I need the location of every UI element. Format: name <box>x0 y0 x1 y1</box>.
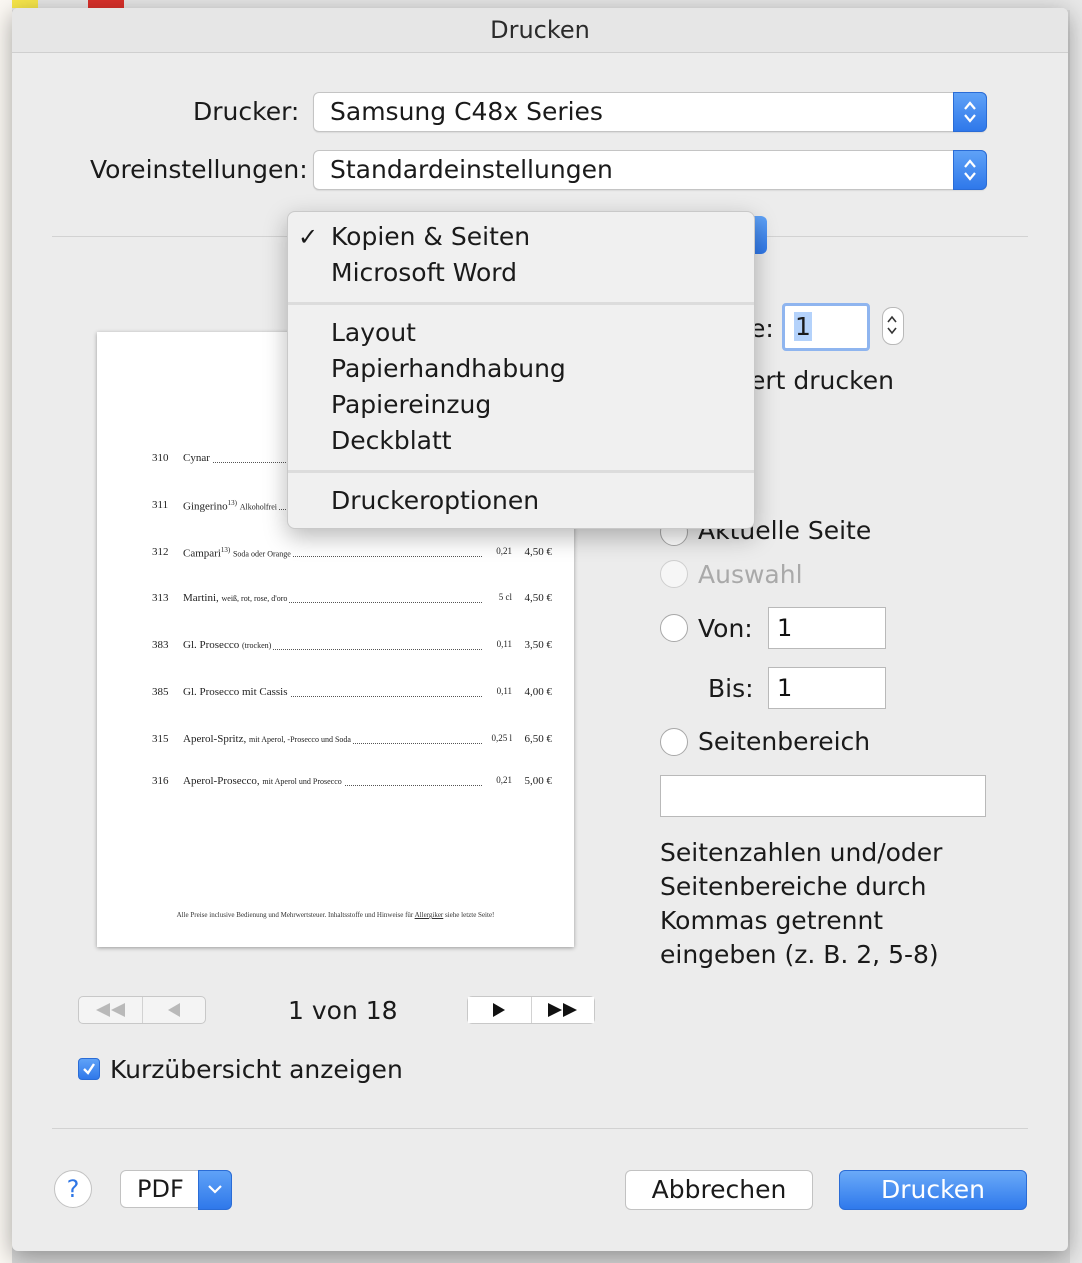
double-left-arrow-icon <box>96 1003 125 1017</box>
checkmark-icon: ✓ <box>298 223 319 251</box>
to-input-value: 1 <box>777 674 793 702</box>
next-page-button[interactable] <box>468 997 532 1023</box>
page-range-radio[interactable] <box>660 728 688 756</box>
checkmark-icon <box>83 1063 95 1075</box>
show-summary-checkbox[interactable] <box>78 1058 100 1080</box>
menu-item-printer-options[interactable]: Druckeroptionen <box>331 486 539 515</box>
printer-label: Drucker: <box>193 97 300 126</box>
background-document <box>0 0 12 1263</box>
menu-item-microsoft-word[interactable]: Microsoft Word <box>331 258 517 287</box>
collated-label-fragment[interactable]: ert drucken <box>750 366 894 395</box>
page-count: 1 von 18 <box>288 996 398 1025</box>
nav-forward-group <box>467 996 595 1024</box>
dialog-title: Drucken <box>490 16 590 44</box>
last-page-button[interactable] <box>532 997 594 1023</box>
preview-footer-note: Alle Preise inclusive Bedienung und Mehr… <box>176 911 495 919</box>
page-range-hint: Seitenzahlen und/oder Seitenbereiche dur… <box>660 838 943 969</box>
pdf-menu-button[interactable]: PDF <box>120 1170 232 1210</box>
presets-select-value: Standardeinstellungen <box>330 155 613 184</box>
printer-select[interactable]: Samsung C48x Series <box>313 92 987 132</box>
dialog-titlebar: Drucken <box>12 8 1068 53</box>
from-input-value: 1 <box>777 614 793 642</box>
presets-label: Voreinstellungen: <box>90 155 308 184</box>
copies-stepper[interactable] <box>882 307 904 345</box>
to-label: Bis: <box>708 674 754 703</box>
help-button[interactable]: ? <box>54 1170 92 1208</box>
nav-back-group <box>78 996 206 1024</box>
preview-row: 313 Martini, weiß, rot, rose, d'oro 5 cl… <box>152 592 552 604</box>
from-label: Von: <box>698 614 753 643</box>
from-radio[interactable] <box>660 614 688 642</box>
background-window-edge <box>1070 0 1082 1263</box>
menu-item-paper-handling[interactable]: Papierhandhabung <box>331 354 566 383</box>
section-select-arrow[interactable] <box>753 216 767 254</box>
menu-item-paper-feed[interactable]: Papiereinzug <box>331 390 491 419</box>
first-page-button[interactable] <box>79 997 143 1023</box>
selection-label[interactable]: Auswahl <box>698 560 803 589</box>
menu-separator <box>288 470 754 473</box>
right-arrow-icon <box>493 1003 505 1017</box>
pdf-button-label: PDF <box>137 1175 184 1203</box>
preview-row: 315 Aperol-Spritz, mit Aperol, -Prosecco… <box>152 733 552 745</box>
page-range-label[interactable]: Seitenbereich <box>698 727 870 756</box>
double-right-arrow-icon <box>548 1003 577 1017</box>
stepper-arrows-icon <box>887 315 897 335</box>
section-dropdown-menu: ✓ Kopien & Seiten Microsoft Word Layout … <box>287 211 755 529</box>
menu-item-copies-pages[interactable]: Kopien & Seiten <box>331 222 530 251</box>
updown-arrows-icon <box>953 92 987 132</box>
print-dialog: Drucken Drucker: Samsung C48x Series Vor… <box>12 8 1068 1251</box>
copies-input[interactable]: 1 <box>782 303 870 351</box>
selection-radio[interactable] <box>660 560 688 588</box>
preview-row: 385 Gl. Prosecco mit Cassis 0,11 4,00 € <box>152 686 552 698</box>
to-input[interactable]: 1 <box>768 667 886 709</box>
show-summary-label[interactable]: Kurzübersicht anzeigen <box>110 1055 403 1084</box>
page-range-input[interactable] <box>660 775 986 817</box>
cancel-button[interactable]: Abbrechen <box>625 1170 813 1210</box>
preview-row: 316 Aperol-Prosecco, mit Aperol und Pros… <box>152 775 552 787</box>
preview-row: 383 Gl. Prosecco (trocken) 0,11 3,50 € <box>152 639 552 651</box>
menu-separator <box>288 302 754 305</box>
presets-select[interactable]: Standardeinstellungen <box>313 150 987 190</box>
preview-row: 312 Campari13) Soda oder Orange 0,21 4,5… <box>152 546 552 560</box>
print-button[interactable]: Drucken <box>839 1170 1027 1210</box>
chevron-down-icon <box>198 1170 232 1210</box>
left-arrow-icon <box>168 1003 180 1017</box>
previous-page-button[interactable] <box>143 997 205 1023</box>
menu-item-cover-page[interactable]: Deckblatt <box>331 426 452 455</box>
separator-bottom <box>52 1128 1028 1129</box>
updown-arrows-icon <box>953 150 987 190</box>
from-input[interactable]: 1 <box>768 607 886 649</box>
copies-input-value: 1 <box>794 312 812 341</box>
printer-select-value: Samsung C48x Series <box>330 97 603 126</box>
menu-item-layout[interactable]: Layout <box>331 318 416 347</box>
